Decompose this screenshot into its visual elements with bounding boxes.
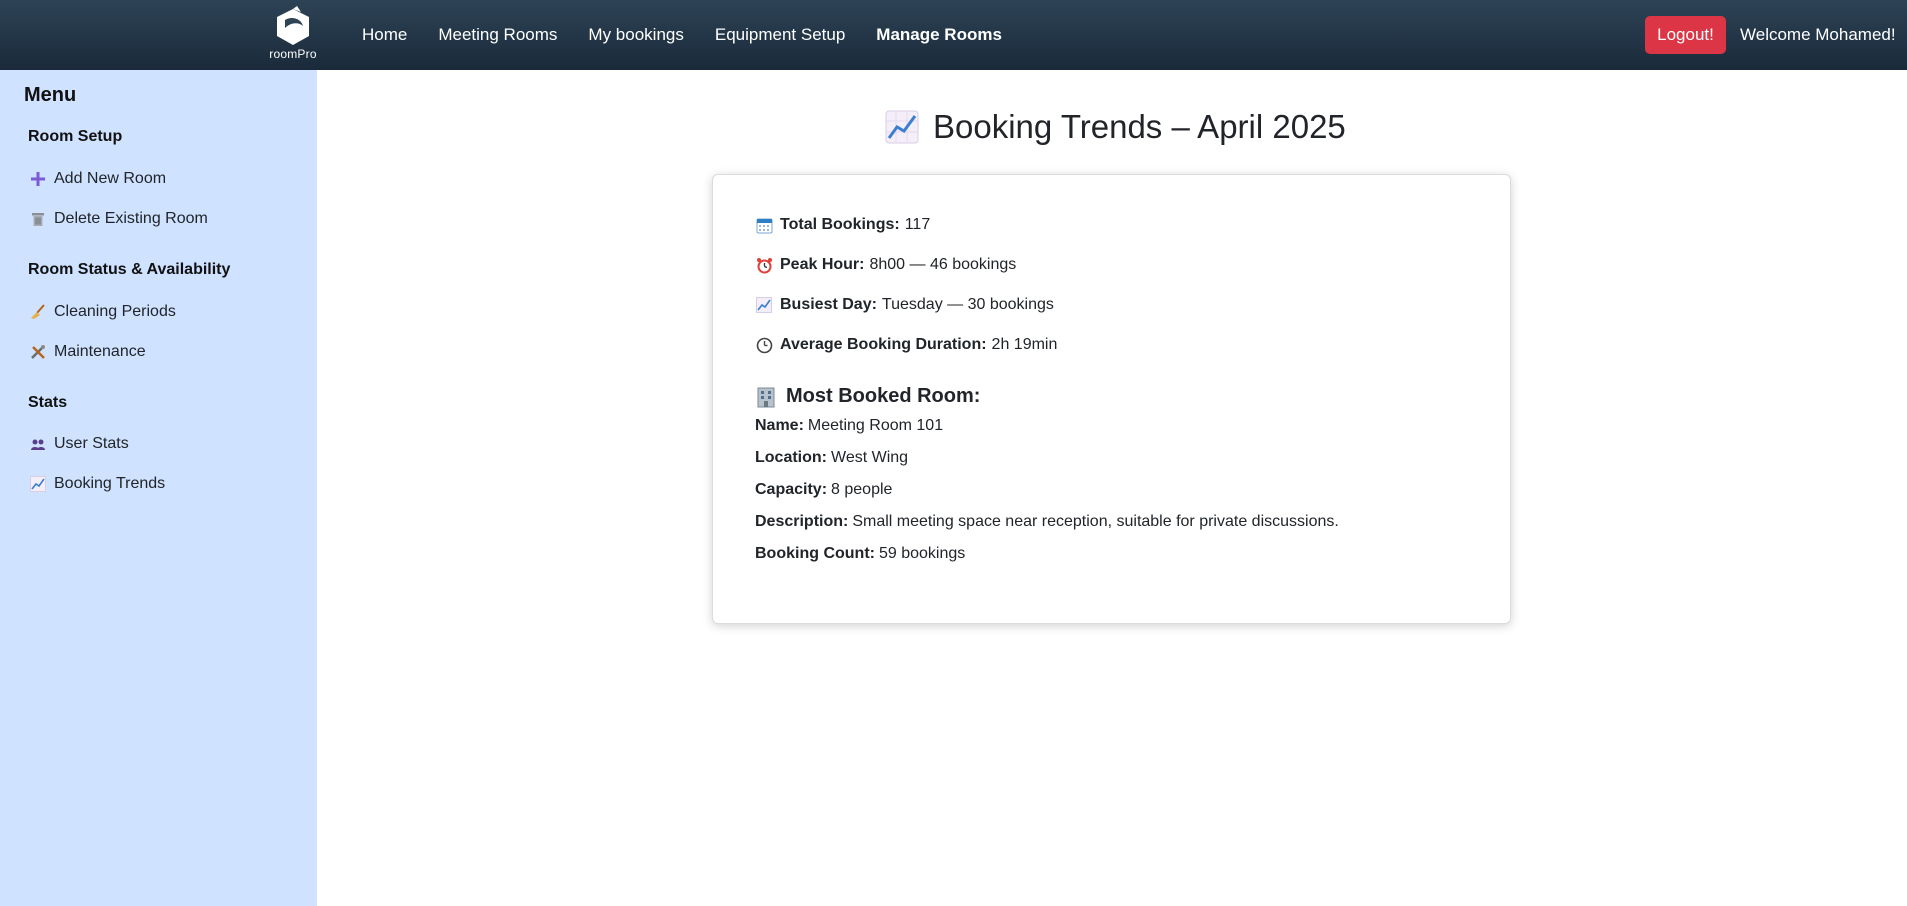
nav-link-meeting-rooms[interactable]: Meeting Rooms [438, 25, 557, 45]
sidebar-item-label: Add New Room [54, 170, 167, 187]
stat-busiest-day: Busiest Day: Tuesday — 30 bookings [755, 296, 1054, 314]
sidebar-item-cleaning-periods[interactable]: Cleaning Periods [28, 302, 176, 322]
welcome-text: Welcome Mohamed! [1740, 25, 1896, 44]
chart-up-icon [28, 474, 48, 494]
sidebar: Menu Room Setup Add New Room Delete Exis… [0, 70, 317, 906]
stat-total-bookings: Total Bookings: 117 [755, 216, 930, 234]
stat-label: Total Bookings: [780, 216, 900, 233]
room-name-row: Name: Meeting Room 101 [755, 417, 943, 435]
roompro-logo-icon [277, 6, 309, 45]
brand-logo[interactable]: roomPro [262, 6, 324, 64]
sidebar-item-delete-existing-room[interactable]: Delete Existing Room [28, 209, 208, 229]
stat-average-duration: Average Booking Duration: 2h 19min [755, 336, 1057, 354]
office-building-icon [755, 386, 777, 408]
broom-icon [28, 302, 48, 322]
calendar-icon [755, 216, 773, 234]
stat-value: 8h00 — 46 bookings [869, 256, 1017, 273]
brand-name: roomPro [269, 47, 317, 61]
sidebar-item-user-stats[interactable]: User Stats [28, 434, 129, 454]
plus-icon [28, 169, 48, 189]
room-capacity-row: Capacity: 8 people [755, 481, 892, 499]
room-description-row: Description: Small meeting space near rec… [755, 513, 1339, 531]
sidebar-item-add-new-room[interactable]: Add New Room [28, 169, 166, 189]
nav-link-manage-rooms[interactable]: Manage Rooms [876, 25, 1002, 45]
detail-value: 8 people [831, 481, 893, 498]
sidebar-section-room-status: Room Status & Availability [28, 261, 231, 278]
alarm-clock-icon [755, 256, 773, 274]
detail-value: Small meeting space near reception, suit… [852, 513, 1339, 530]
room-location-row: Location: West Wing [755, 449, 908, 467]
booking-trends-card: Total Bookings: 117 Peak Hour: 8h00 — 46… [712, 174, 1511, 624]
page-title-text: Booking Trends – April 2025 [933, 108, 1346, 145]
sidebar-item-label: Cleaning Periods [54, 303, 176, 320]
stat-label: Peak Hour: [780, 256, 865, 273]
most-booked-room-heading: Most Booked Room: [755, 385, 980, 408]
sidebar-section-stats: Stats [28, 394, 68, 411]
sidebar-section-room-setup: Room Setup [28, 128, 123, 145]
sidebar-item-booking-trends[interactable]: Booking Trends [28, 474, 165, 494]
stat-peak-hour: Peak Hour: 8h00 — 46 bookings [755, 256, 1016, 274]
detail-label: Booking Count: [755, 545, 875, 562]
chart-up-icon [755, 296, 773, 314]
detail-value: West Wing [831, 449, 909, 466]
detail-value: 59 bookings [878, 545, 966, 562]
top-navbar: roomPro Home Meeting Rooms My bookings E… [0, 0, 1907, 70]
stat-value: 117 [904, 216, 931, 233]
most-booked-room-title: Most Booked Room: [786, 385, 981, 407]
sidebar-title: Menu [24, 84, 77, 106]
sidebar-item-label: Booking Trends [54, 475, 166, 492]
sidebar-item-label: Maintenance [54, 343, 146, 360]
sidebar-item-label: Delete Existing Room [54, 210, 208, 227]
nav-link-equipment-setup[interactable]: Equipment Setup [715, 25, 845, 45]
room-booking-count-row: Booking Count: 59 bookings [755, 545, 965, 563]
page-title: Booking Trends – April 2025 [885, 108, 1346, 146]
stat-label: Busiest Day: [780, 296, 877, 313]
stat-label: Average Booking Duration: [780, 336, 987, 353]
detail-label: Capacity: [755, 481, 828, 498]
nav-link-home[interactable]: Home [362, 25, 407, 45]
stat-value: 2h 19min [991, 336, 1058, 353]
nav-link-my-bookings[interactable]: My bookings [588, 25, 683, 45]
logout-button[interactable]: Logout! [1645, 16, 1726, 54]
trash-icon [28, 209, 48, 229]
chart-up-icon [885, 110, 919, 144]
users-icon [28, 434, 48, 454]
detail-label: Description: [755, 513, 849, 530]
detail-label: Location: [755, 449, 827, 466]
nav-links: Home Meeting Rooms My bookings Equipment… [362, 0, 1033, 70]
detail-value: Meeting Room 101 [807, 417, 944, 434]
detail-label: Name: [755, 417, 804, 434]
stat-value: Tuesday — 30 bookings [881, 296, 1054, 313]
sidebar-item-maintenance[interactable]: Maintenance [28, 342, 146, 362]
tools-icon [28, 342, 48, 362]
clock-icon [755, 336, 773, 354]
sidebar-item-label: User Stats [54, 435, 129, 452]
